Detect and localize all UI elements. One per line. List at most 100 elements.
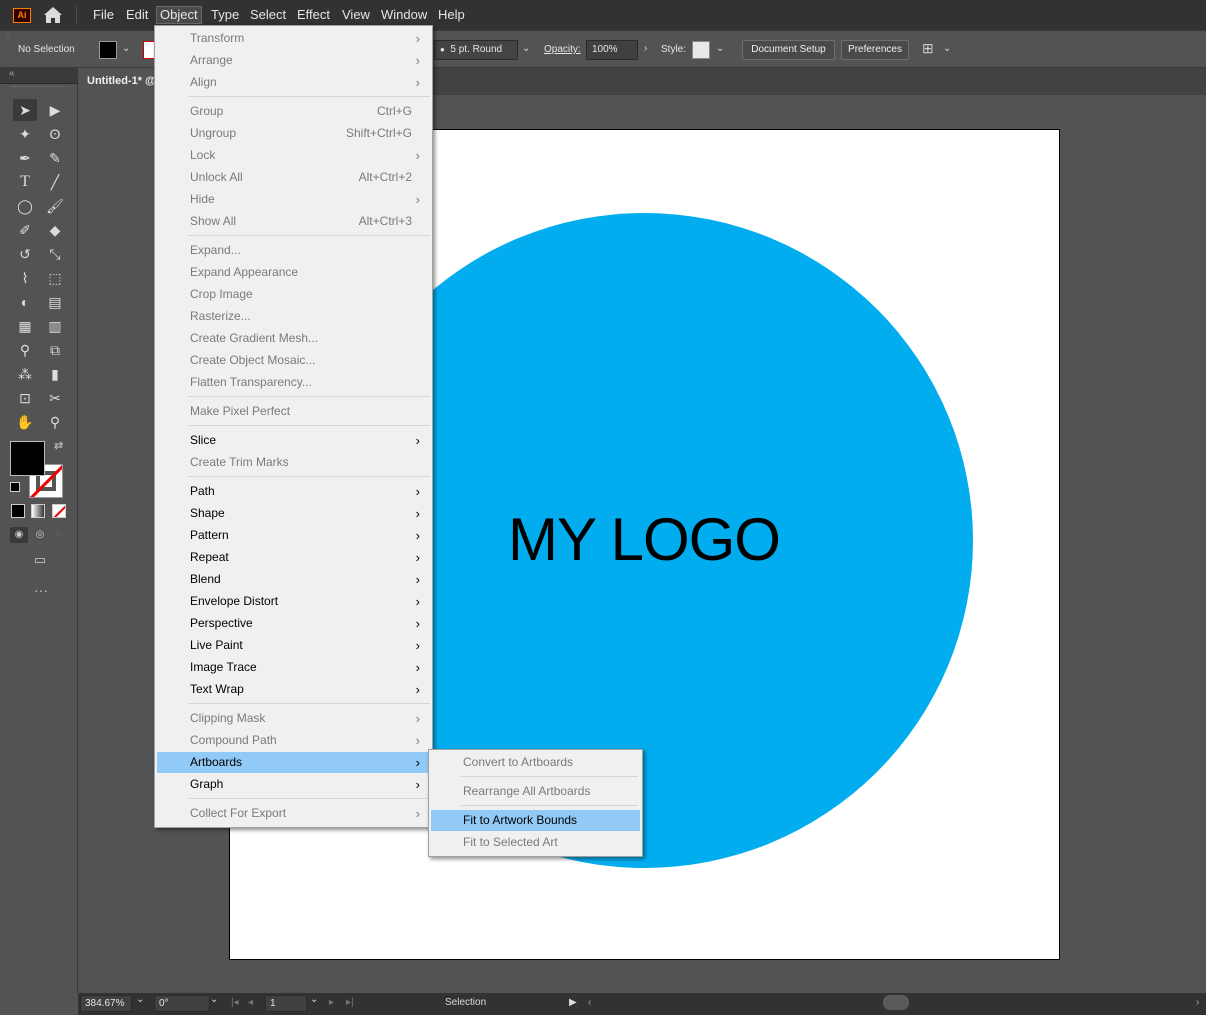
menu-item-rasterize[interactable]: Rasterize... [157, 306, 430, 327]
menu-item-arrange[interactable]: Arrange › [157, 50, 430, 71]
chevron-down-icon[interactable]: ⌄ [136, 994, 144, 1005]
previous-artboard-icon[interactable]: ◂ [248, 997, 253, 1008]
menu-item-expand-appearance[interactable]: Expand Appearance [157, 262, 430, 283]
selection-tool-icon[interactable]: ➤ [13, 99, 37, 121]
slice-tool-icon[interactable]: ✂ [43, 387, 67, 409]
paintbrush-tool-icon[interactable]: 🖌 [43, 195, 67, 217]
opacity-label[interactable]: Opacity: [544, 44, 581, 55]
first-artboard-icon[interactable]: |◂ [231, 997, 239, 1008]
menu-item-collect-for-export[interactable]: Collect For Export › [157, 803, 430, 824]
horizontal-scrollbar-thumb[interactable] [883, 995, 909, 1010]
stroke-profile-dropdown[interactable]: ● 5 pt. Round [434, 40, 518, 60]
gradient-tool-icon[interactable]: ▥ [43, 315, 67, 337]
chevron-down-icon[interactable]: ⌄ [122, 43, 130, 54]
pen-tool-icon[interactable]: ✒ [13, 147, 37, 169]
menu-item-make-pixel-perfect[interactable]: Make Pixel Perfect [157, 401, 430, 422]
menu-select[interactable]: Select [247, 6, 289, 24]
draw-behind-icon[interactable]: ◎ [32, 527, 48, 543]
chevron-down-icon[interactable]: ⌄ [522, 43, 530, 54]
opacity-input[interactable]: 100% [586, 40, 638, 60]
menu-item-unlock-all[interactable]: Unlock All Alt+Ctrl+2 [157, 167, 430, 188]
blend-tool-icon[interactable]: ⧉ [43, 339, 67, 361]
next-artboard-icon[interactable]: ▸ [329, 997, 334, 1008]
shape-builder-tool-icon[interactable]: ◐ [13, 291, 37, 313]
document-tab[interactable]: Untitled-1* @ [78, 68, 164, 95]
menu-item-expand[interactable]: Expand... [157, 240, 430, 261]
hand-tool-icon[interactable]: ✋ [13, 411, 37, 433]
shaper-tool-icon[interactable]: ✐ [13, 219, 37, 241]
menu-item-slice[interactable]: Slice › [157, 430, 430, 451]
rotate-tool-icon[interactable]: ↺ [13, 243, 37, 265]
menu-item-repeat[interactable]: Repeat › [157, 547, 430, 568]
screen-mode-icon[interactable]: ▭ [29, 552, 51, 568]
last-artboard-icon[interactable]: ▸| [346, 997, 354, 1008]
menu-item-create-object-mosaic[interactable]: Create Object Mosaic... [157, 350, 430, 371]
gradient-mode-icon[interactable] [31, 504, 45, 518]
menu-item-transform[interactable]: Transform › [157, 28, 430, 49]
home-icon[interactable] [43, 6, 63, 24]
menu-item-create-trim-marks[interactable]: Create Trim Marks [157, 452, 430, 473]
menu-help[interactable]: Help [435, 6, 468, 24]
lasso-tool-icon[interactable]: ʘ [43, 123, 67, 145]
free-transform-tool-icon[interactable]: ⬚ [43, 267, 67, 289]
artboard-number-field[interactable]: 1 [265, 995, 307, 1012]
submenu-item-convert-to-artboards[interactable]: Convert to Artboards [431, 752, 640, 773]
edit-toolbar-icon[interactable]: ··· [31, 582, 51, 598]
color-mode-icon[interactable] [11, 504, 25, 518]
menu-item-perspective[interactable]: Perspective › [157, 613, 430, 634]
swap-colors-icon[interactable]: ⇄ [54, 439, 63, 452]
column-graph-tool-icon[interactable]: ▮ [43, 363, 67, 385]
curvature-tool-icon[interactable]: ✎ [43, 147, 67, 169]
status-menu-icon[interactable]: ▶ [569, 997, 577, 1008]
zoom-level-field[interactable]: 384.67% [80, 995, 132, 1012]
chevron-down-icon[interactable]: ⌄ [943, 43, 951, 54]
document-setup-button[interactable]: Document Setup [742, 40, 835, 60]
menu-item-image-trace[interactable]: Image Trace › [157, 657, 430, 678]
menu-item-crop-image[interactable]: Crop Image [157, 284, 430, 305]
menu-item-clipping-mask[interactable]: Clipping Mask › [157, 708, 430, 729]
menu-item-ungroup[interactable]: Ungroup Shift+Ctrl+G [157, 123, 430, 144]
chevron-right-icon[interactable]: › [644, 43, 647, 54]
menu-item-live-paint[interactable]: Live Paint › [157, 635, 430, 656]
preferences-button[interactable]: Preferences [841, 40, 909, 60]
menu-item-path[interactable]: Path › [157, 481, 430, 502]
menu-type[interactable]: Type [208, 6, 242, 24]
menu-item-pattern[interactable]: Pattern › [157, 525, 430, 546]
warp-tool-icon[interactable]: ⌇ [13, 267, 37, 289]
menu-window[interactable]: Window [378, 6, 430, 24]
scale-tool-icon[interactable]: ⤡ [43, 243, 67, 265]
chevron-down-icon[interactable]: ⌄ [210, 994, 218, 1005]
mesh-tool-icon[interactable]: ▦ [13, 315, 37, 337]
submenu-item-fit-to-selected-art[interactable]: Fit to Selected Art [431, 832, 640, 853]
menu-view[interactable]: View [339, 6, 373, 24]
eyedropper-tool-icon[interactable]: ⚲ [13, 339, 37, 361]
magic-wand-tool-icon[interactable]: ✦ [13, 123, 37, 145]
submenu-item-rearrange-all-artboards[interactable]: Rearrange All Artboards [431, 781, 640, 802]
type-tool-icon[interactable]: T [13, 171, 37, 193]
menu-item-shape[interactable]: Shape › [157, 503, 430, 524]
fill-swatch[interactable] [99, 41, 117, 59]
menu-item-text-wrap[interactable]: Text Wrap › [157, 679, 430, 700]
perspective-grid-tool-icon[interactable]: ▤ [43, 291, 67, 313]
scroll-left-icon[interactable]: ‹ [588, 997, 591, 1008]
artboard-tool-icon[interactable]: ⊡ [13, 387, 37, 409]
arrange-documents-icon[interactable]: ⊞ [922, 40, 934, 57]
panel-grip-icon[interactable]: ⋮ [4, 33, 12, 42]
none-mode-icon[interactable] [52, 504, 66, 518]
menu-item-show-all[interactable]: Show All Alt+Ctrl+3 [157, 211, 430, 232]
default-colors-icon[interactable] [10, 482, 20, 492]
menu-item-lock[interactable]: Lock › [157, 145, 430, 166]
menu-item-align[interactable]: Align › [157, 72, 430, 93]
collapse-panel-icon[interactable]: « [9, 68, 15, 79]
menu-item-create-gradient-mesh[interactable]: Create Gradient Mesh... [157, 328, 430, 349]
logo-text[interactable]: MY LOGO [508, 505, 781, 574]
menu-file[interactable]: File [90, 6, 117, 24]
menu-effect[interactable]: Effect [294, 6, 333, 24]
symbol-sprayer-tool-icon[interactable]: ⁂ [13, 363, 37, 385]
draw-inside-icon[interactable]: ◌ [51, 527, 67, 543]
panel-grip[interactable] [12, 86, 66, 88]
direct-selection-tool-icon[interactable]: ▶ [43, 99, 67, 121]
menu-item-artboards[interactable]: Artboards › [157, 752, 430, 773]
menu-object[interactable]: Object [156, 6, 202, 24]
fill-color-box[interactable] [10, 441, 45, 476]
